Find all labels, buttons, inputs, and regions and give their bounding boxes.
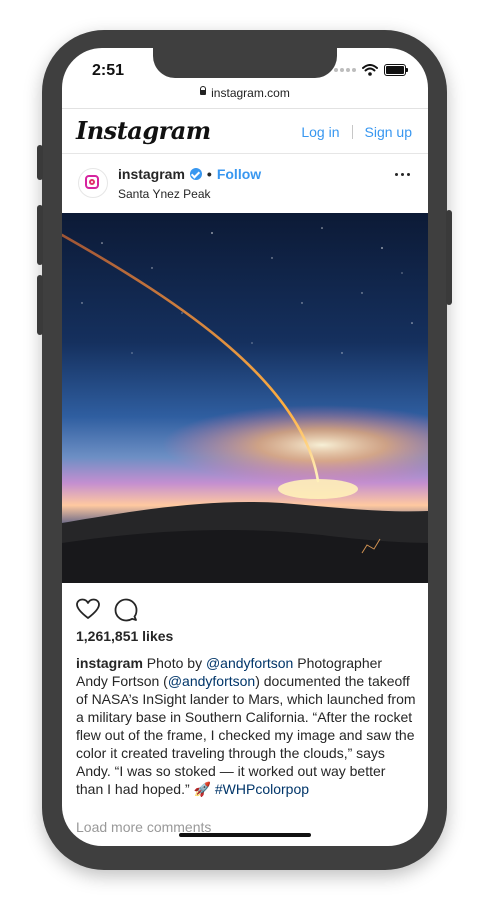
- more-options-icon[interactable]: [395, 173, 410, 176]
- instagram-glyph-icon: [85, 175, 99, 189]
- follow-button[interactable]: Follow: [217, 166, 261, 182]
- post-location[interactable]: Santa Ynez Peak: [118, 187, 211, 201]
- address-bar[interactable]: instagram.com: [62, 86, 428, 100]
- auth-links: Log in Sign up: [301, 124, 412, 140]
- status-icons: [334, 64, 408, 76]
- notch: [153, 48, 337, 78]
- like-count[interactable]: 1,261,851 likes: [76, 628, 173, 644]
- signup-link[interactable]: Sign up: [365, 124, 412, 140]
- instagram-logo[interactable]: Instagram: [76, 116, 211, 145]
- caption-text: Photo by: [142, 655, 206, 671]
- signal-icon: [334, 68, 356, 72]
- post-caption: instagram Photo by @andyfortson Photogra…: [76, 654, 416, 798]
- header-divider: [62, 153, 428, 154]
- post-photo[interactable]: [62, 213, 428, 583]
- hashtag-link[interactable]: #WHPcolorpop: [211, 781, 309, 797]
- home-indicator[interactable]: [179, 833, 311, 837]
- heart-icon[interactable]: [76, 598, 100, 620]
- caption-text: ) documented the takeoff of NASA’s InSig…: [76, 673, 416, 797]
- mention-link[interactable]: @andyfortson: [206, 655, 293, 671]
- verified-icon: [189, 168, 202, 180]
- login-link[interactable]: Log in: [301, 124, 339, 140]
- post-username[interactable]: instagram: [118, 166, 185, 182]
- volume-up-button: [37, 205, 43, 265]
- address-divider: [62, 108, 428, 109]
- battery-icon: [384, 64, 408, 76]
- rocket-emoji: 🚀: [193, 781, 211, 797]
- avatar[interactable]: [78, 168, 108, 198]
- mute-switch: [37, 145, 43, 180]
- wifi-icon: [362, 64, 378, 76]
- volume-down-button: [37, 275, 43, 335]
- caption-username[interactable]: instagram: [76, 655, 143, 671]
- auth-divider: [351, 125, 353, 139]
- mention-link[interactable]: @andyfortson: [168, 673, 255, 689]
- lock-icon: [200, 86, 207, 96]
- screen: 2:51 instagram.com Instagram Log in Sign…: [62, 48, 428, 846]
- post-actions: [76, 598, 138, 622]
- bullet-separator: •: [206, 166, 212, 182]
- status-time: 2:51: [92, 62, 125, 79]
- power-button: [446, 210, 452, 305]
- stars: [81, 227, 413, 354]
- url-text: instagram.com: [211, 86, 290, 100]
- post-header: instagram • Follow: [118, 166, 261, 182]
- comment-icon[interactable]: [114, 598, 138, 622]
